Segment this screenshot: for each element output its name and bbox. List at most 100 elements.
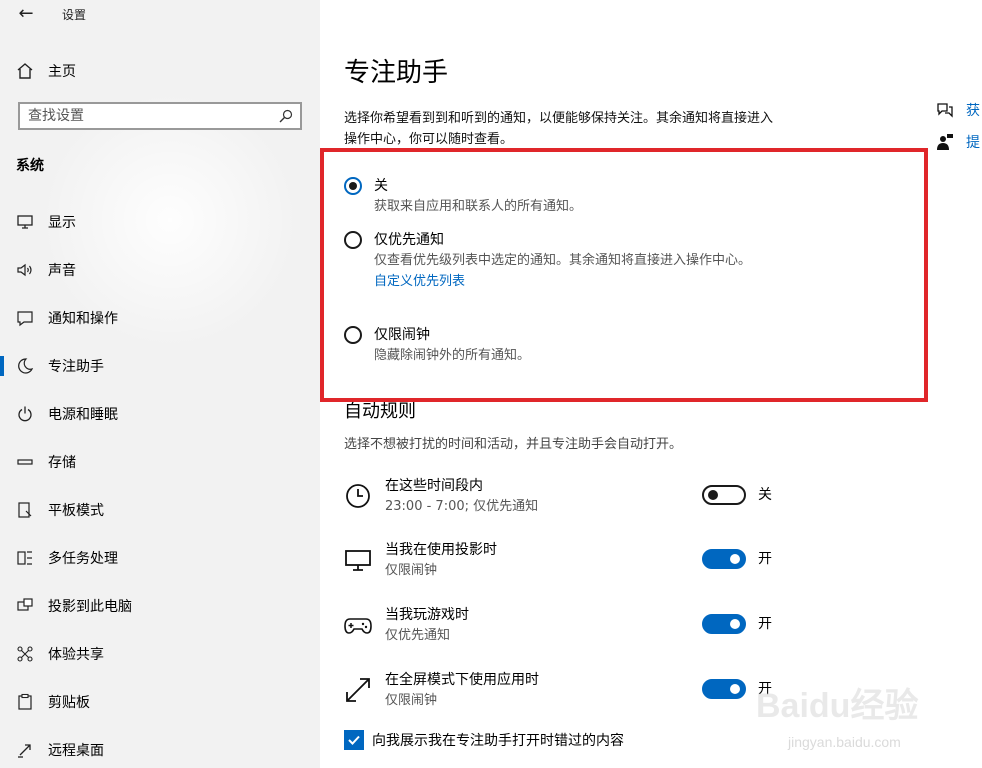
related-get-help[interactable]: 获 — [936, 100, 982, 120]
monitor-icon — [345, 550, 371, 571]
sidebar-item-home[interactable]: 主页 — [16, 58, 76, 84]
project-icon — [17, 598, 33, 611]
focus-options: 关 获取来自应用和联系人的所有通知。 仅优先通知 仅查看优先级列表中选定的通知。… — [344, 175, 784, 369]
rule-gaming[interactable]: 当我玩游戏时 仅优先通知 开 — [344, 605, 904, 645]
radio-button[interactable] — [344, 231, 362, 249]
rule-title: 当我在使用投影时 — [385, 542, 497, 558]
sidebar-item-sound[interactable]: 声音 — [0, 246, 320, 294]
sidebar-item-power[interactable]: 电源和睡眠 — [0, 390, 320, 438]
sidebar-item-label: 多任务处理 — [48, 551, 118, 567]
sidebar: ← 设置 主页 系统 显示 声音 通知和操作 专注助手 电源和睡眠 — [0, 0, 320, 768]
search-box[interactable] — [18, 102, 302, 130]
sidebar-item-label: 显示 — [48, 215, 76, 231]
page-title: 专注助手 — [344, 58, 449, 88]
toggle-state: 开 — [758, 551, 772, 567]
sidebar-item-storage[interactable]: 存储 — [0, 438, 320, 486]
tablet-icon — [18, 502, 32, 518]
sidebar-item-label: 专注助手 — [48, 359, 104, 375]
sidebar-item-shared-experiences[interactable]: 体验共享 — [0, 630, 320, 678]
option-off[interactable]: 关 获取来自应用和联系人的所有通知。 — [344, 175, 784, 229]
customize-priority-link[interactable]: 自定义优先列表 — [374, 271, 784, 293]
gamepad-icon — [344, 618, 372, 634]
automatic-rules-description: 选择不想被打扰的时间和活动，并且专注助手会自动打开。 — [344, 437, 683, 452]
sidebar-item-remote-desktop[interactable]: 远程桌面 — [0, 726, 320, 768]
display-icon — [17, 215, 33, 229]
sidebar-item-multitasking[interactable]: 多任务处理 — [0, 534, 320, 582]
rule-title: 当我玩游戏时 — [385, 607, 469, 623]
toggle-switch[interactable] — [702, 549, 746, 569]
watermark-url: jingyan.baidu.com — [788, 734, 901, 750]
radio-button[interactable] — [344, 326, 362, 344]
option-label: 关 — [374, 178, 388, 194]
sidebar-item-clipboard[interactable]: 剪贴板 — [0, 678, 320, 726]
option-description: 仅查看优先级列表中选定的通知。其余通知将直接进入操作中心。 — [374, 253, 752, 268]
related-link-label[interactable]: 提 — [966, 132, 980, 152]
back-arrow-icon[interactable]: ← — [14, 2, 38, 26]
sidebar-item-focus-assist[interactable]: 专注助手 — [0, 342, 320, 390]
watermark-brand: Baidu经验 — [756, 687, 919, 725]
rule-subtitle: 23:00 - 7:00; 仅优先通知 — [385, 499, 539, 514]
sidebar-nav: 显示 声音 通知和操作 专注助手 电源和睡眠 存储 平板模式 多任务处理 投影到… — [0, 198, 320, 768]
home-icon — [17, 63, 33, 79]
baidu-watermark: Baidu经验 jingyan.baidu.com — [748, 676, 978, 766]
sidebar-item-project[interactable]: 投影到此电脑 — [0, 582, 320, 630]
sidebar-item-label: 平板模式 — [48, 503, 104, 519]
multitask-icon — [17, 551, 32, 565]
sidebar-item-label: 存储 — [48, 455, 76, 471]
feedback-person-icon — [937, 134, 953, 150]
main-content: 专注助手 选择你希望看到到和听到的通知，以便能够保持关注。其余通知将直接进入操作… — [320, 0, 982, 768]
sidebar-item-label: 通知和操作 — [48, 311, 118, 327]
section-title: 系统 — [16, 158, 44, 174]
toggle-switch[interactable] — [702, 614, 746, 634]
related-link-label[interactable]: 获 — [966, 100, 980, 120]
sidebar-item-label: 体验共享 — [48, 647, 104, 663]
toggle-switch[interactable] — [702, 485, 746, 505]
moon-icon — [18, 358, 34, 374]
fullscreen-icon — [346, 678, 370, 702]
search-input[interactable] — [20, 107, 278, 125]
rule-title: 在全屏模式下使用应用时 — [385, 672, 539, 688]
sidebar-item-notifications[interactable]: 通知和操作 — [0, 294, 320, 342]
checkbox-label: 向我展示我在专注助手打开时错过的内容 — [372, 733, 624, 749]
missed-notifications-option[interactable]: 向我展示我在专注助手打开时错过的内容 — [344, 730, 624, 750]
sidebar-item-label: 声音 — [48, 263, 76, 279]
sidebar-item-label: 电源和睡眠 — [48, 407, 118, 423]
option-description: 获取来自应用和联系人的所有通知。 — [374, 199, 583, 214]
toggle-state: 关 — [758, 487, 772, 503]
remote-desktop-icon — [18, 744, 31, 758]
rule-subtitle: 仅优先通知 — [385, 628, 451, 643]
clipboard-icon — [18, 693, 32, 710]
clock-icon — [346, 484, 370, 508]
storage-icon — [17, 459, 33, 465]
sidebar-item-label: 远程桌面 — [48, 743, 104, 759]
sidebar-item-label: 剪贴板 — [48, 695, 90, 711]
page-description: 选择你希望看到到和听到的通知，以便能够保持关注。其余通知将直接进入操作中心，你可… — [344, 111, 774, 147]
power-icon — [18, 406, 32, 422]
option-description: 隐藏除闹钟外的所有通知。 — [374, 348, 531, 363]
sidebar-item-label: 主页 — [48, 64, 76, 80]
option-priority-only[interactable]: 仅优先通知 仅查看优先级列表中选定的通知。其余通知将直接进入操作中心。 自定义优… — [344, 229, 784, 324]
radio-button-checked[interactable] — [344, 177, 362, 195]
window-title: 设置 — [62, 8, 87, 22]
rule-time-range[interactable]: 在这些时间段内 23:00 - 7:00; 仅优先通知 关 — [344, 476, 904, 516]
rule-subtitle: 仅限闹钟 — [385, 563, 438, 578]
toggle-switch[interactable] — [702, 679, 746, 699]
option-label: 仅限闹钟 — [374, 327, 430, 343]
toggle-state: 开 — [758, 616, 772, 632]
share-icon — [17, 646, 33, 662]
rule-title: 在这些时间段内 — [385, 478, 483, 494]
automatic-rules-title: 自动规则 — [344, 401, 416, 422]
option-alarms-only[interactable]: 仅限闹钟 隐藏除闹钟外的所有通知。 — [344, 324, 784, 369]
notification-icon — [17, 311, 33, 327]
checkmark-icon — [348, 735, 360, 745]
option-label: 仅优先通知 — [374, 232, 444, 248]
rule-subtitle: 仅限闹钟 — [385, 693, 438, 708]
rule-projecting[interactable]: 当我在使用投影时 仅限闹钟 开 — [344, 540, 904, 580]
sidebar-item-tablet[interactable]: 平板模式 — [0, 486, 320, 534]
speaker-icon — [17, 263, 32, 277]
sidebar-item-label: 投影到此电脑 — [48, 599, 132, 615]
help-chat-icon — [937, 103, 953, 118]
sidebar-item-display[interactable]: 显示 — [0, 198, 320, 246]
checkbox-checked[interactable] — [344, 730, 364, 750]
related-feedback[interactable]: 提 — [936, 132, 982, 152]
